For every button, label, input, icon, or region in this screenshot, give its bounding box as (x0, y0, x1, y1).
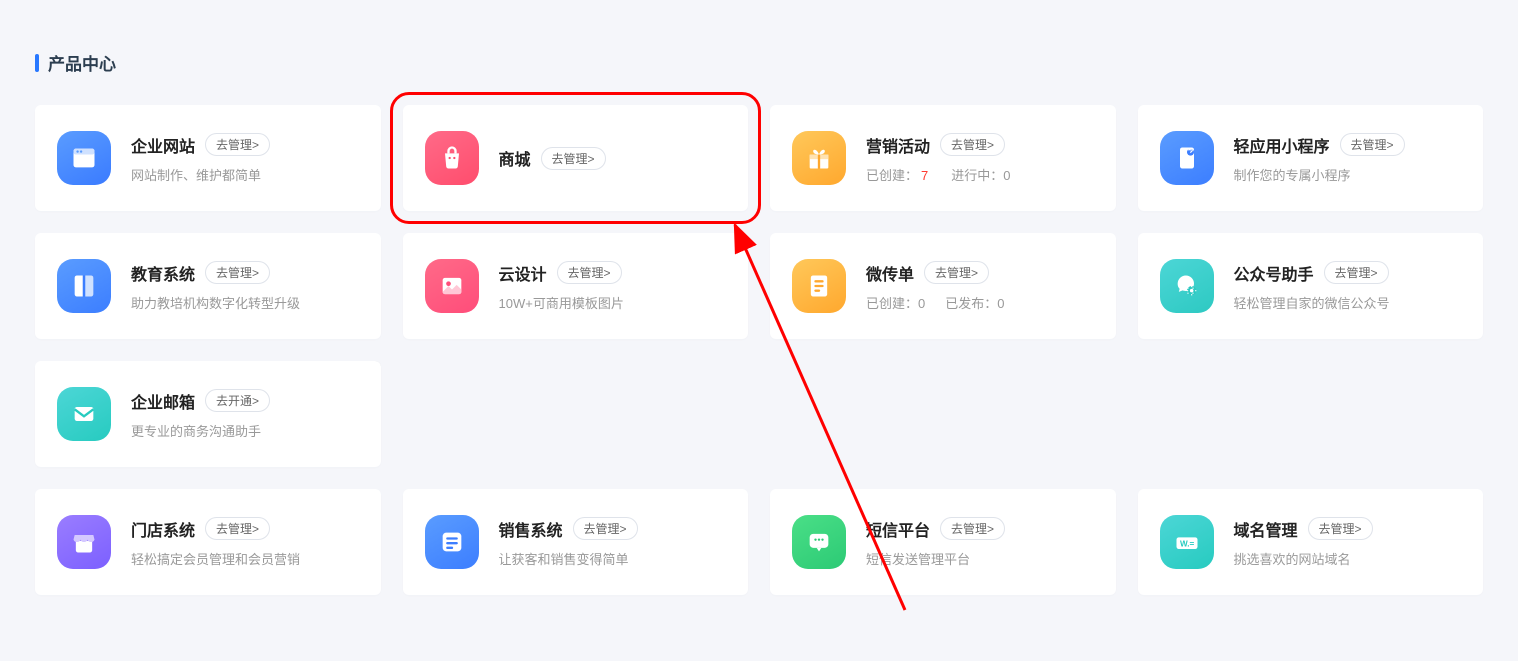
card-title: 门店系统 (131, 517, 195, 541)
manage-button[interactable]: 去管理> (541, 147, 606, 170)
card-title: 域名管理 (1234, 517, 1298, 541)
card-desc: 轻松管理自家的微信公众号 (1234, 293, 1459, 312)
open-button[interactable]: 去开通> (205, 389, 270, 412)
envelope-icon (57, 387, 111, 441)
chat-gear-icon (1160, 259, 1214, 313)
manage-button[interactable]: 去管理> (1308, 517, 1373, 540)
gift-icon (792, 131, 846, 185)
card-title: 云设计 (499, 261, 547, 285)
section-title: 产品中心 (48, 50, 116, 75)
card-store[interactable]: 门店系统 去管理> 轻松搞定会员管理和会员营销 (35, 489, 381, 595)
card-design[interactable]: 云设计 去管理> 10W+可商用模板图片 (403, 233, 749, 339)
card-title: 企业网站 (131, 133, 195, 157)
card-title: 销售系统 (499, 517, 563, 541)
card-desc: 助力教培机构数字化转型升级 (131, 293, 356, 312)
card-title: 企业邮箱 (131, 389, 195, 413)
manage-button[interactable]: 去管理> (924, 261, 989, 284)
manage-button[interactable]: 去管理> (1340, 133, 1405, 156)
card-stats: 已创建：7进行中：0 (866, 165, 1091, 184)
manage-button[interactable]: 去管理> (205, 133, 270, 156)
product-grid: 企业网站 去管理> 网站制作、维护都简单 商城 去管理> (35, 105, 1483, 595)
card-desc: 更专业的商务沟通助手 (131, 421, 356, 440)
shopping-bag-icon (425, 131, 479, 185)
website-icon (57, 131, 111, 185)
manage-button[interactable]: 去管理> (940, 517, 1005, 540)
manage-button[interactable]: 去管理> (557, 261, 622, 284)
card-title: 营销活动 (866, 133, 930, 157)
card-title: 教育系统 (131, 261, 195, 285)
card-email[interactable]: 企业邮箱 去开通> 更专业的商务沟通助手 (35, 361, 381, 467)
card-desc: 轻松搞定会员管理和会员营销 (131, 549, 356, 568)
card-title: 微传单 (866, 261, 914, 285)
image-icon (425, 259, 479, 313)
manage-button[interactable]: 去管理> (205, 261, 270, 284)
svg-text:W.=: W.= (1180, 540, 1195, 549)
flyer-icon (792, 259, 846, 313)
manage-button[interactable]: 去管理> (205, 517, 270, 540)
message-icon (792, 515, 846, 569)
manage-button[interactable]: 去管理> (940, 133, 1005, 156)
miniapp-icon (1160, 131, 1214, 185)
card-desc: 挑选喜欢的网站域名 (1234, 549, 1459, 568)
domain-icon: W.= (1160, 515, 1214, 569)
card-domain[interactable]: W.= 域名管理 去管理> 挑选喜欢的网站域名 (1138, 489, 1484, 595)
card-website[interactable]: 企业网站 去管理> 网站制作、维护都简单 (35, 105, 381, 211)
card-flyer[interactable]: 微传单 去管理> 已创建：0已发布：0 (770, 233, 1116, 339)
card-title: 商城 (499, 146, 531, 170)
card-title: 公众号助手 (1234, 261, 1314, 285)
card-desc: 网站制作、维护都简单 (131, 165, 356, 184)
card-desc: 让获客和销售变得简单 (499, 549, 724, 568)
card-mall[interactable]: 商城 去管理> (403, 105, 749, 211)
card-sms[interactable]: 短信平台 去管理> 短信发送管理平台 (770, 489, 1116, 595)
store-icon (57, 515, 111, 569)
section-marker (35, 54, 39, 72)
card-crm[interactable]: 销售系统 去管理> 让获客和销售变得简单 (403, 489, 749, 595)
section-header: 产品中心 (35, 50, 1483, 75)
card-title: 轻应用小程序 (1234, 133, 1330, 157)
card-miniapp[interactable]: 轻应用小程序 去管理> 制作您的专属小程序 (1138, 105, 1484, 211)
card-edu[interactable]: 教育系统 去管理> 助力教培机构数字化转型升级 (35, 233, 381, 339)
list-icon (425, 515, 479, 569)
card-title: 短信平台 (866, 517, 930, 541)
card-desc: 10W+可商用模板图片 (499, 293, 724, 312)
card-stats: 已创建：0已发布：0 (866, 293, 1091, 312)
card-desc: 短信发送管理平台 (866, 549, 1091, 568)
manage-button[interactable]: 去管理> (573, 517, 638, 540)
manage-button[interactable]: 去管理> (1324, 261, 1389, 284)
card-marketing[interactable]: 营销活动 去管理> 已创建：7进行中：0 (770, 105, 1116, 211)
card-wechat[interactable]: 公众号助手 去管理> 轻松管理自家的微信公众号 (1138, 233, 1484, 339)
book-icon (57, 259, 111, 313)
card-desc: 制作您的专属小程序 (1234, 165, 1459, 184)
